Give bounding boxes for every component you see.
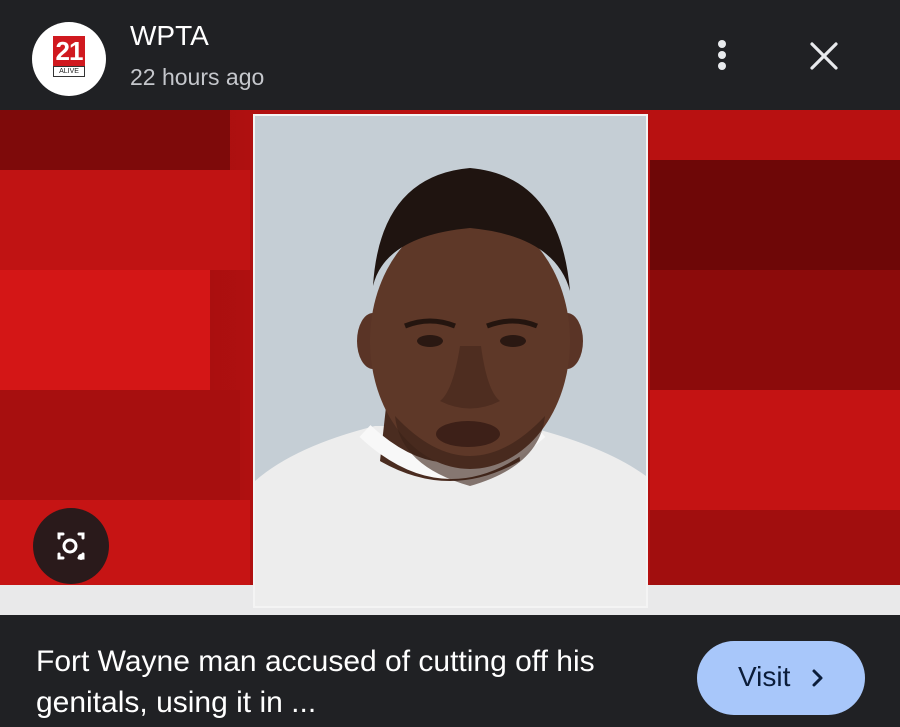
background-block xyxy=(650,390,900,510)
chevron-right-icon xyxy=(812,669,823,687)
logo-number: 21 xyxy=(53,36,85,66)
background-block xyxy=(0,390,240,500)
background-block xyxy=(650,270,900,390)
timestamp: 22 hours ago xyxy=(130,64,265,90)
lens-search-icon xyxy=(57,532,85,560)
more-options-button[interactable] xyxy=(700,32,744,76)
wpta-logo-icon: 21 ALIVE xyxy=(53,36,85,78)
background-block xyxy=(650,510,900,585)
close-icon xyxy=(810,42,838,70)
source-logo[interactable]: 21 ALIVE xyxy=(32,22,106,96)
background-block xyxy=(650,110,900,160)
background-block xyxy=(0,170,250,270)
background-block xyxy=(0,110,230,170)
result-header: 21 ALIVE WPTA 22 hours ago xyxy=(0,0,900,110)
mugshot-photo xyxy=(253,114,648,608)
source-name[interactable]: WPTA xyxy=(130,20,209,52)
result-footer: Fort Wayne man accused of cutting off hi… xyxy=(0,615,900,727)
background-block xyxy=(0,270,210,390)
close-button[interactable] xyxy=(798,30,850,82)
logo-word: ALIVE xyxy=(53,66,85,77)
visit-label: Visit xyxy=(738,661,791,692)
background-block xyxy=(650,160,900,270)
mugshot-illustration xyxy=(255,116,646,606)
article-headline[interactable]: Fort Wayne man accused of cutting off hi… xyxy=(36,641,676,723)
lens-search-button[interactable] xyxy=(33,508,109,584)
visit-button[interactable]: Visit xyxy=(697,641,865,715)
